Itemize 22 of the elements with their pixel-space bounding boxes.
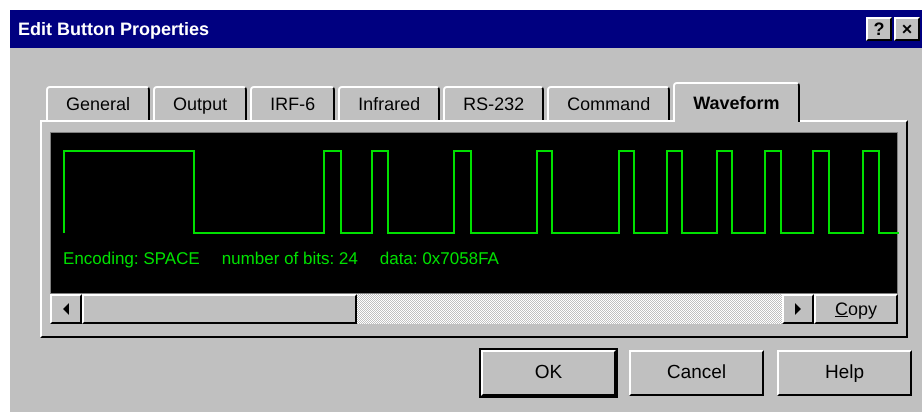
dialog-button[interactable]: Help (777, 350, 912, 396)
tab[interactable]: Waveform (673, 82, 800, 122)
dialog-button[interactable]: OK (481, 350, 616, 396)
window-title: Edit Button Properties (18, 18, 210, 40)
tab[interactable]: Output (153, 86, 248, 120)
tab[interactable]: Infrared (338, 86, 440, 120)
scroll-thumb[interactable] (82, 294, 357, 324)
waveform-info: number of bits: 24 (222, 249, 358, 269)
left-arrow-icon (62, 303, 70, 315)
waveform-info: data: 0x7058FA (380, 249, 499, 269)
tab[interactable]: IRF-6 (250, 86, 336, 120)
copy-button[interactable]: Copy (814, 294, 898, 324)
scroll-left-button[interactable] (50, 294, 82, 324)
waveform-info: Encoding: SPACE (63, 249, 200, 269)
right-arrow-icon (794, 303, 802, 315)
close-button[interactable]: × (894, 17, 920, 41)
dialog-button[interactable]: Cancel (629, 350, 764, 396)
tab[interactable]: RS-232 (443, 86, 544, 120)
scroll-right-button[interactable] (782, 294, 814, 324)
help-button[interactable]: ? (866, 17, 892, 41)
tab[interactable]: Command (547, 86, 670, 120)
tab[interactable]: General (46, 86, 150, 120)
